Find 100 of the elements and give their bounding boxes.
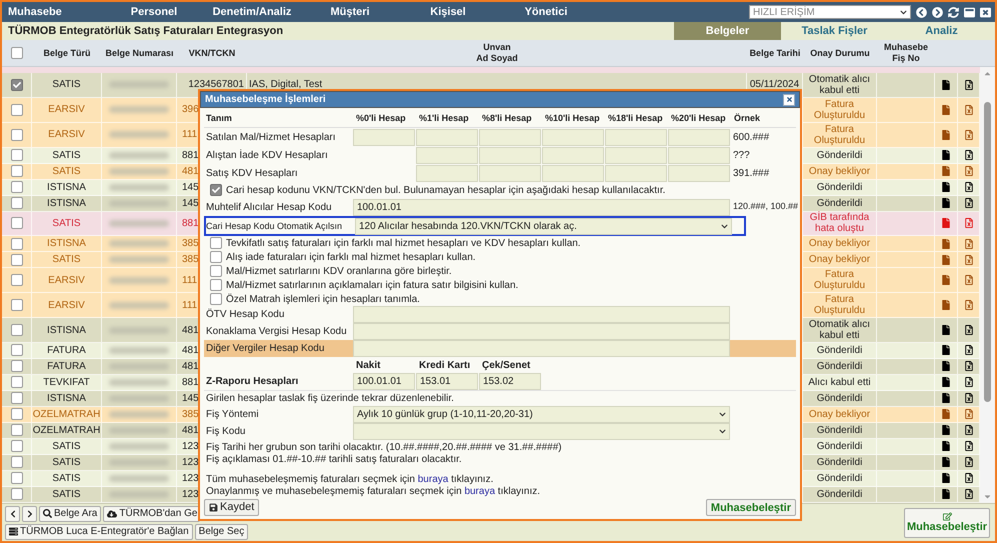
- document-icon[interactable]: [942, 393, 950, 404]
- menu-item[interactable]: Denetim/Analiz: [203, 4, 301, 20]
- column-header[interactable]: Muhasebe Fiş No: [884, 42, 928, 64]
- document-icon[interactable]: [942, 457, 950, 468]
- spreadsheet-file-icon[interactable]: [964, 457, 972, 468]
- menu-item[interactable]: Müşteri: [301, 4, 399, 20]
- spreadsheet-file-icon[interactable]: [964, 473, 972, 484]
- input-field[interactable]: [668, 164, 730, 182]
- document-icon[interactable]: [942, 441, 950, 452]
- checkbox[interactable]: [10, 197, 22, 210]
- link[interactable]: buraya: [418, 474, 448, 485]
- document-icon[interactable]: [942, 361, 950, 372]
- input-field[interactable]: [542, 146, 604, 164]
- save-button[interactable]: Kaydet: [204, 499, 260, 516]
- checkbox[interactable]: [210, 279, 222, 291]
- checkbox[interactable]: [10, 472, 22, 484]
- column-header[interactable]: Belge Türü: [43, 48, 90, 58]
- checkbox[interactable]: [10, 217, 22, 230]
- dropdown[interactable]: Aylık 10 günlük grup (1-10,11-20,20-31): [353, 406, 730, 423]
- select-all-checkbox[interactable]: [11, 47, 23, 59]
- close-button[interactable]: [783, 94, 795, 106]
- spreadsheet-file-icon[interactable]: [964, 198, 972, 208]
- download-button[interactable]: TÜRMOB'dan Ge: [103, 506, 200, 522]
- spreadsheet-file-icon[interactable]: [964, 325, 972, 336]
- scrollbar-thumb[interactable]: [984, 102, 991, 402]
- tab[interactable]: Analiz: [888, 22, 995, 40]
- menu-item[interactable]: Kişisel: [399, 4, 497, 20]
- refresh-icon[interactable]: [948, 6, 959, 18]
- dropdown[interactable]: 120 Alıcılar hesabında 120.VKN/TCKN olarak aç.: [355, 218, 732, 235]
- checkbox[interactable]: [10, 104, 22, 116]
- input-field[interactable]: [416, 128, 478, 146]
- input-field[interactable]: [542, 128, 604, 146]
- checkbox[interactable]: [210, 265, 222, 277]
- checkbox[interactable]: [10, 360, 22, 372]
- document-icon[interactable]: [942, 198, 950, 208]
- column-header[interactable]: Belge Tarihi: [750, 48, 800, 58]
- document-icon[interactable]: [942, 150, 950, 160]
- post-button[interactable]: Muhasebeleştir: [706, 499, 796, 516]
- input-field[interactable]: [353, 306, 730, 323]
- document-icon[interactable]: [942, 489, 950, 500]
- checkbox[interactable]: [210, 293, 222, 305]
- checkbox[interactable]: [10, 238, 22, 250]
- checkbox[interactable]: [10, 149, 22, 162]
- document-icon[interactable]: [942, 80, 950, 90]
- spreadsheet-file-icon[interactable]: [964, 377, 972, 388]
- checkbox[interactable]: [10, 408, 22, 420]
- input-field[interactable]: [416, 146, 478, 164]
- spreadsheet-file-icon[interactable]: [964, 345, 972, 356]
- search-button[interactable]: Belge Ara: [39, 506, 102, 522]
- input-field[interactable]: 100.01.01: [353, 198, 730, 216]
- column-header[interactable]: Unvan Ad Soyad: [476, 42, 518, 64]
- close-icon[interactable]: [980, 6, 991, 18]
- input-field[interactable]: 153.01: [416, 373, 478, 390]
- spreadsheet-file-icon[interactable]: [964, 361, 972, 372]
- spreadsheet-file-icon[interactable]: [964, 393, 972, 404]
- checkbox[interactable]: [10, 488, 22, 500]
- column-header[interactable]: Onay Durumu: [810, 48, 870, 58]
- input-field[interactable]: 100.01.01: [353, 373, 415, 390]
- checkbox[interactable]: [10, 299, 22, 312]
- checkbox[interactable]: [10, 344, 22, 356]
- select-documents-button[interactable]: Belge Seç: [194, 524, 248, 540]
- column-header[interactable]: VKN/TCKN: [188, 48, 236, 58]
- input-field[interactable]: [668, 128, 730, 146]
- back-icon[interactable]: [916, 6, 927, 18]
- checkbox[interactable]: [10, 456, 22, 468]
- spreadsheet-file-icon[interactable]: [964, 489, 972, 500]
- document-icon[interactable]: [942, 425, 950, 436]
- document-icon[interactable]: [942, 473, 950, 484]
- menu-item[interactable]: Personel: [105, 4, 203, 20]
- input-field[interactable]: [605, 146, 667, 164]
- spreadsheet-file-icon[interactable]: [964, 80, 972, 90]
- document-icon[interactable]: [942, 377, 950, 388]
- spreadsheet-file-icon[interactable]: [964, 182, 972, 192]
- link[interactable]: buraya: [464, 486, 496, 497]
- checkbox[interactable]: [210, 251, 222, 263]
- input-field[interactable]: [353, 128, 415, 146]
- checkbox[interactable]: [10, 165, 22, 178]
- next-button[interactable]: [22, 506, 37, 522]
- checkbox[interactable]: [210, 184, 222, 196]
- input-field[interactable]: [353, 323, 730, 340]
- checkbox[interactable]: [10, 424, 22, 436]
- connect-button[interactable]: TÜRMOB Luca E-Entegratör'e Bağlan: [5, 524, 193, 540]
- checkbox[interactable]: [10, 440, 22, 452]
- checkbox[interactable]: [10, 376, 22, 388]
- maximize-icon[interactable]: [964, 6, 975, 18]
- spreadsheet-file-icon[interactable]: [964, 150, 972, 160]
- input-field[interactable]: [416, 164, 478, 182]
- checkbox[interactable]: [10, 254, 22, 266]
- spreadsheet-file-icon[interactable]: [964, 441, 972, 452]
- checkbox[interactable]: [10, 324, 22, 336]
- input-field[interactable]: [605, 128, 667, 146]
- checkbox[interactable]: [210, 237, 222, 249]
- input-field[interactable]: [479, 164, 541, 182]
- forward-icon[interactable]: [932, 6, 943, 18]
- scrollbar[interactable]: [980, 67, 995, 503]
- checkbox[interactable]: [10, 78, 22, 91]
- checkbox[interactable]: [10, 392, 22, 404]
- input-field[interactable]: 153.02: [479, 373, 541, 390]
- checkbox[interactable]: [10, 181, 22, 194]
- input-field[interactable]: [479, 146, 541, 164]
